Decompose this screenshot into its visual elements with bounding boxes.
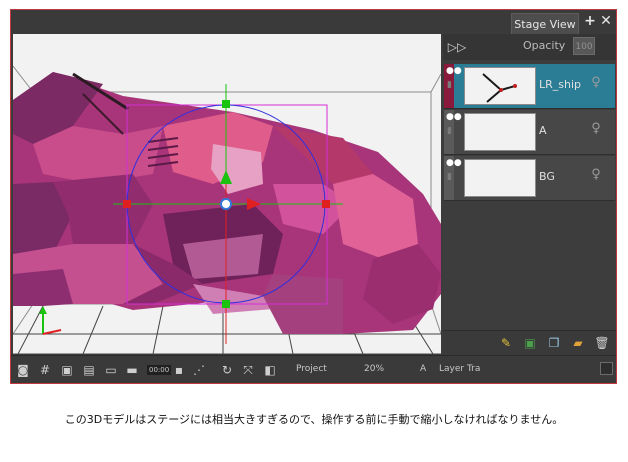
camera-mask-icon[interactable]: ▬ <box>124 362 140 378</box>
eye-icon[interactable]: ●● <box>446 159 462 168</box>
layer-indicator: A <box>420 364 427 374</box>
render-icon[interactable]: ◧ <box>262 362 278 378</box>
zoom-dropdown[interactable]: 20% <box>364 364 384 374</box>
peg-icon[interactable]: ♀ <box>590 121 602 141</box>
stage-status-bar: ◙ # ▣ ▤ ▭ ▬ 00:00 ▪ ⋰ ↻ ⤧ ◧ Project 20% … <box>11 355 616 383</box>
add-drawing-layer-icon[interactable]: ✎ <box>498 336 514 350</box>
duplicate-layer-icon[interactable]: ❐ <box>546 336 562 350</box>
add-folder-icon[interactable]: ▰ <box>570 336 586 350</box>
peg-icon[interactable]: ♀ <box>590 75 602 95</box>
ship-rig-thumbnail <box>482 73 517 103</box>
grid-icon[interactable]: # <box>37 362 53 378</box>
pivot-point[interactable] <box>220 198 232 210</box>
reset-rotation-icon[interactable]: ↻ <box>219 362 235 378</box>
camera-icon[interactable]: ◙ <box>15 362 31 378</box>
window-titlebar: Stage View + ✕ <box>11 10 616 34</box>
layer-name[interactable]: A <box>539 124 547 137</box>
delete-layer-icon[interactable]: 🗑 <box>594 336 610 350</box>
stage-canvas <box>13 34 441 354</box>
double-chevron-right-icon[interactable]: ▷▷ <box>446 37 468 57</box>
onion-skin-icon[interactable]: ▭ <box>103 362 119 378</box>
right-scale-handle[interactable] <box>322 200 330 208</box>
lock-icon[interactable]: ▮ <box>447 126 455 136</box>
motion-path-icon[interactable]: ⋰ <box>191 362 207 378</box>
bottom-scale-handle[interactable] <box>222 300 230 308</box>
opacity-field[interactable]: 100 <box>573 37 595 55</box>
stage-viewport[interactable] <box>13 34 441 354</box>
layers-panel-header: ▷▷ Opacity 100 <box>443 34 616 60</box>
timecode-icon[interactable]: 00:00 <box>147 365 172 375</box>
eye-icon[interactable]: ●● <box>446 113 462 122</box>
tab-stage-view[interactable]: Stage View <box>511 13 579 34</box>
field-guide-icon[interactable]: ▤ <box>81 362 97 378</box>
top-scale-handle[interactable] <box>222 100 230 108</box>
layer-row-a[interactable]: ●● ▮ A ♀ <box>444 110 615 155</box>
peg-icon[interactable]: ♀ <box>590 167 602 187</box>
frame-icon[interactable]: ▪ <box>171 362 187 378</box>
opacity-label: Opacity <box>523 39 566 52</box>
left-scale-handle[interactable] <box>123 200 131 208</box>
layer-row-bg[interactable]: ●● ▮ BG ♀ <box>444 156 615 201</box>
view-mode-dropdown[interactable]: Project <box>296 364 327 374</box>
lock-icon[interactable]: ▮ <box>447 80 455 90</box>
layer-name[interactable]: BG <box>539 170 555 183</box>
layer-row-lr-ship[interactable]: ●● ▮ LR_ship ♀ <box>444 64 615 109</box>
lock-icon[interactable]: ▮ <box>447 172 455 182</box>
layers-panel-footer: ✎ ▣ ❐ ▰ 🗑 <box>443 330 616 355</box>
add-image-layer-icon[interactable]: ▣ <box>522 336 538 350</box>
safe-area-icon[interactable]: ▣ <box>59 362 75 378</box>
layer-thumbnail <box>464 113 536 151</box>
stage-view-window: Stage View + ✕ ▷▷ Opacity 100 ●● ▮ LR_sh… <box>10 9 617 384</box>
close-icon[interactable]: ✕ <box>599 12 613 30</box>
layer-name[interactable]: LR_ship <box>539 78 581 91</box>
layers-panel: ▷▷ Opacity 100 ●● ▮ LR_ship ♀ ●● ▮ A ♀ ●… <box>443 34 616 355</box>
status-bar-toggle[interactable] <box>600 362 613 375</box>
layer-thumbnail <box>464 159 536 197</box>
layer-thumbnail <box>464 67 536 105</box>
reset-zoom-icon[interactable]: ⤧ <box>240 362 256 378</box>
caption-text: この3Dモデルはステージには相当大きすぎるので、操作する前に手動で縮小しなければ… <box>64 413 564 426</box>
plus-icon[interactable]: + <box>583 12 597 30</box>
eye-icon[interactable]: ●● <box>446 67 462 76</box>
layer-transform-label[interactable]: Layer Tra <box>439 364 480 374</box>
